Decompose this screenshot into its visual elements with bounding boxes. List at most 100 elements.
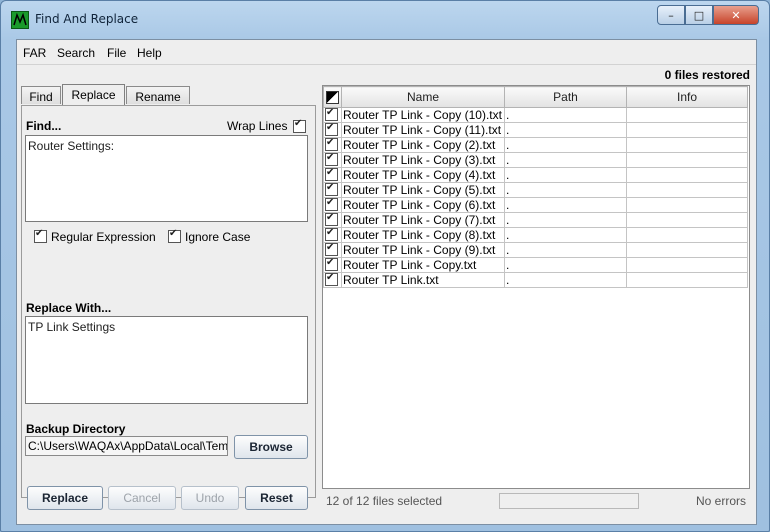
- cell-name: Router TP Link - Copy (4).txt: [341, 167, 505, 183]
- replace-textarea[interactable]: TP Link Settings: [25, 316, 308, 404]
- cell-name: Router TP Link - Copy (2).txt: [341, 137, 505, 153]
- row-checkbox[interactable]: [325, 258, 338, 271]
- column-header-path[interactable]: Path: [504, 86, 627, 108]
- menu-file[interactable]: File: [107, 46, 126, 60]
- backup-directory-label: Backup Directory: [26, 422, 126, 436]
- cell-path: .: [504, 167, 627, 183]
- ignore-case-checkbox[interactable]: [168, 228, 181, 243]
- cancel-button[interactable]: Cancel: [108, 486, 176, 510]
- files-table-container: Name Path Info Router TP Link - Copy (10…: [322, 85, 750, 489]
- menu-help[interactable]: Help: [137, 46, 162, 60]
- table-row[interactable]: Router TP Link - Copy.txt.: [323, 257, 748, 273]
- row-checkbox[interactable]: [325, 138, 338, 151]
- cell-path: .: [504, 152, 627, 168]
- row-checkbox[interactable]: [325, 168, 338, 181]
- menu-far[interactable]: FAR: [23, 46, 46, 60]
- cell-path: .: [504, 272, 627, 288]
- cell-name: Router TP Link.txt: [341, 272, 505, 288]
- find-label: Find...: [26, 119, 62, 133]
- tab-find[interactable]: Find: [21, 86, 61, 104]
- column-header-info[interactable]: Info: [626, 86, 748, 108]
- table-row[interactable]: Router TP Link - Copy (4).txt.: [323, 167, 748, 183]
- cell-name: Router TP Link - Copy (9).txt: [341, 242, 505, 258]
- row-checkbox[interactable]: [325, 213, 338, 226]
- cell-path: .: [504, 212, 627, 228]
- ignore-case-option[interactable]: Ignore Case: [168, 228, 251, 244]
- client-area: FAR Search File Help 0 files restored Fi…: [16, 39, 757, 525]
- wrap-lines-checkbox[interactable]: [293, 118, 306, 133]
- replace-with-label: Replace With...: [26, 301, 112, 315]
- cell-path: .: [504, 257, 627, 273]
- menu-search[interactable]: Search: [57, 46, 95, 60]
- reset-button[interactable]: Reset: [245, 486, 308, 510]
- cell-path: .: [504, 227, 627, 243]
- cell-name: Router TP Link - Copy (10).txt: [341, 107, 505, 123]
- maximize-button[interactable]: □: [685, 5, 713, 25]
- cell-info: [626, 242, 748, 258]
- row-checkbox[interactable]: [325, 198, 338, 211]
- table-row[interactable]: Router TP Link - Copy (8).txt.: [323, 227, 748, 243]
- tab-rename[interactable]: Rename: [126, 86, 190, 104]
- cell-info: [626, 257, 748, 273]
- cell-info: [626, 197, 748, 213]
- row-checkbox[interactable]: [325, 153, 338, 166]
- cell-info: [626, 212, 748, 228]
- window-frame: Find And Replace – □ ✕ FAR Search File H…: [0, 0, 770, 532]
- cell-name: Router TP Link - Copy (8).txt: [341, 227, 505, 243]
- ignore-case-label: Ignore Case: [185, 230, 251, 244]
- cell-info: [626, 182, 748, 198]
- regex-option[interactable]: Regular Expression: [34, 228, 156, 244]
- replace-button[interactable]: Replace: [27, 486, 103, 510]
- backup-path-field[interactable]: C:\Users\WAQAx\AppData\Local\Temp: [25, 436, 228, 456]
- progress-bar: [499, 493, 639, 509]
- find-textarea[interactable]: Router Settings:: [25, 135, 308, 222]
- tab-replace[interactable]: Replace: [62, 84, 125, 105]
- close-button[interactable]: ✕: [713, 5, 759, 25]
- undo-button[interactable]: Undo: [181, 486, 239, 510]
- cell-path: .: [504, 182, 627, 198]
- cell-info: [626, 107, 748, 123]
- cell-path: .: [504, 197, 627, 213]
- table-row[interactable]: Router TP Link - Copy (7).txt.: [323, 212, 748, 228]
- select-all-header[interactable]: [323, 86, 342, 108]
- selection-status: 12 of 12 files selected: [326, 494, 443, 508]
- window-controls: – □ ✕: [657, 5, 759, 25]
- regex-label: Regular Expression: [51, 230, 156, 244]
- cell-info: [626, 152, 748, 168]
- table-row[interactable]: Router TP Link - Copy (2).txt.: [323, 137, 748, 153]
- table-row[interactable]: Router TP Link - Copy (9).txt.: [323, 242, 748, 258]
- cell-info: [626, 167, 748, 183]
- table-row[interactable]: Router TP Link - Copy (10).txt.: [323, 107, 748, 123]
- row-checkbox[interactable]: [325, 108, 338, 121]
- row-checkbox[interactable]: [325, 183, 338, 196]
- minimize-button[interactable]: –: [657, 5, 685, 25]
- table-row[interactable]: Router TP Link - Copy (11).txt.: [323, 122, 748, 138]
- cell-name: Router TP Link - Copy (5).txt: [341, 182, 505, 198]
- cell-name: Router TP Link - Copy (11).txt: [341, 122, 505, 138]
- table-row[interactable]: Router TP Link - Copy (6).txt.: [323, 197, 748, 213]
- table-row[interactable]: Router TP Link - Copy (3).txt.: [323, 152, 748, 168]
- cell-info: [626, 122, 748, 138]
- replace-panel: Find... Wrap Lines Router Settings: Regu…: [21, 105, 316, 510]
- table-header: Name Path Info: [323, 86, 748, 108]
- cell-name: Router TP Link - Copy (3).txt: [341, 152, 505, 168]
- row-checkbox[interactable]: [325, 273, 338, 286]
- select-all-icon[interactable]: [326, 91, 339, 105]
- files-table: Name Path Info Router TP Link - Copy (10…: [323, 86, 748, 288]
- row-checkbox[interactable]: [325, 243, 338, 256]
- table-row[interactable]: Router TP Link.txt.: [323, 272, 748, 288]
- cell-info: [626, 137, 748, 153]
- cell-name: Router TP Link - Copy.txt: [341, 257, 505, 273]
- row-checkbox[interactable]: [325, 123, 338, 136]
- column-header-name[interactable]: Name: [341, 86, 505, 108]
- wrap-lines-label: Wrap Lines: [227, 119, 288, 133]
- regex-checkbox[interactable]: [34, 228, 47, 243]
- table-row[interactable]: Router TP Link - Copy (5).txt.: [323, 182, 748, 198]
- browse-button[interactable]: Browse: [234, 435, 308, 459]
- menu-bar: FAR Search File Help: [17, 40, 756, 65]
- cell-path: .: [504, 107, 627, 123]
- status-bar: 12 of 12 files selected No errors: [322, 491, 750, 511]
- cell-info: [626, 272, 748, 288]
- row-checkbox[interactable]: [325, 228, 338, 241]
- cell-path: .: [504, 242, 627, 258]
